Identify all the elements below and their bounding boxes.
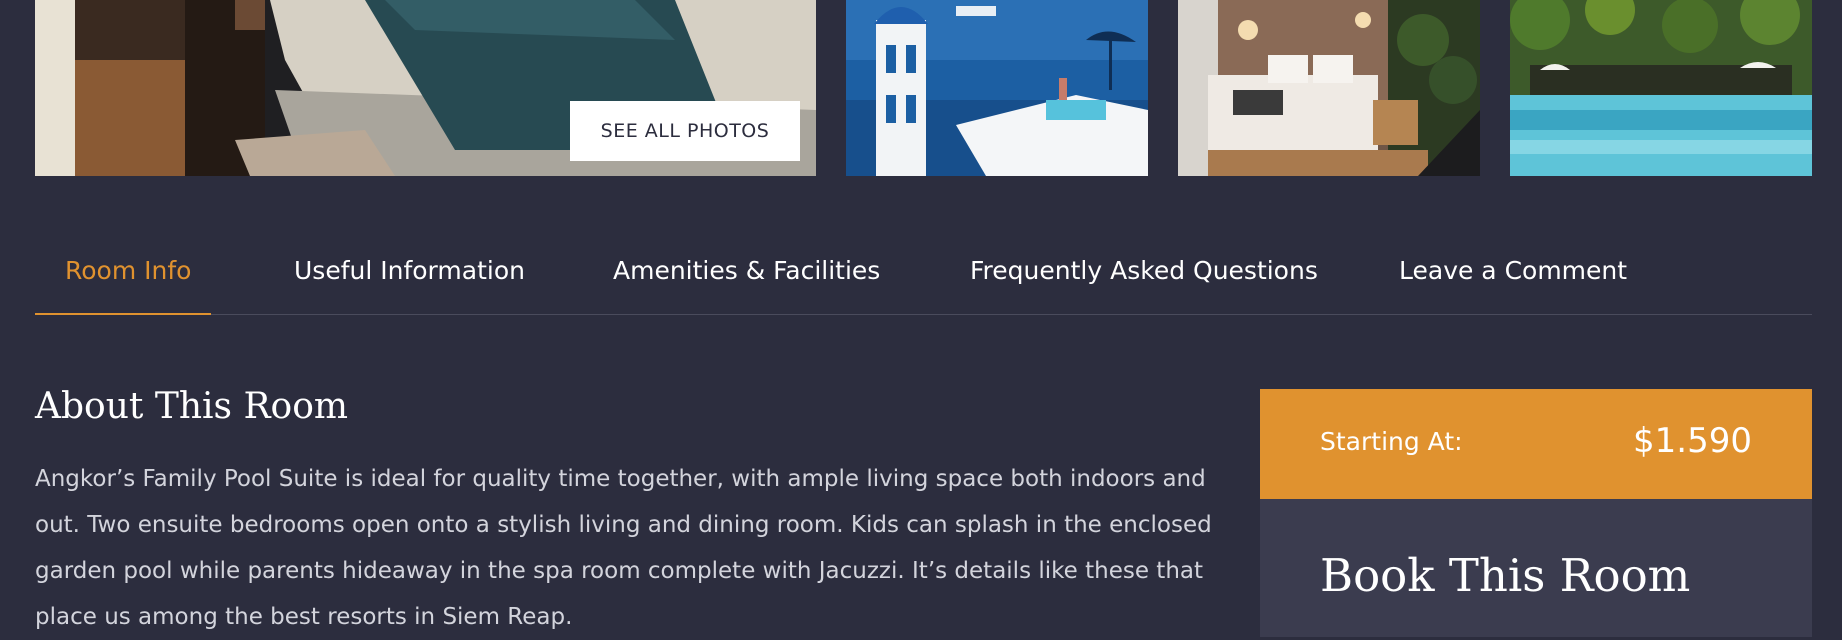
gallery-photo-pool[interactable] bbox=[1510, 0, 1812, 176]
gallery-photo-bedroom[interactable]: SEE ALL PHOTOS bbox=[35, 0, 816, 176]
santorini-photo-image bbox=[846, 0, 1148, 176]
about-room-title: About This Room bbox=[35, 386, 349, 427]
pool-photo-image bbox=[1510, 0, 1812, 176]
price-value: $1.590 bbox=[1633, 421, 1752, 461]
gallery-photo-modern-bedroom[interactable] bbox=[1178, 0, 1480, 176]
price-bar: Starting At: $1.590 bbox=[1260, 389, 1812, 499]
room-tabs: Room Info Useful Information Amenities &… bbox=[35, 232, 1812, 315]
book-room-title: Book This Room bbox=[1320, 549, 1691, 602]
photo-gallery: SEE ALL PHOTOS bbox=[35, 0, 1812, 176]
booking-card: Starting At: $1.590 Book This Room bbox=[1260, 389, 1812, 637]
see-all-photos-button[interactable]: SEE ALL PHOTOS bbox=[570, 101, 800, 161]
tab-amenities-facilities[interactable]: Amenities & Facilities bbox=[613, 256, 880, 285]
about-room-description: Angkor’s Family Pool Suite is ideal for … bbox=[35, 466, 1212, 630]
gallery-photo-santorini[interactable] bbox=[846, 0, 1148, 176]
tab-room-info[interactable]: Room Info bbox=[65, 256, 191, 285]
tab-leave-comment[interactable]: Leave a Comment bbox=[1399, 256, 1627, 285]
price-label: Starting At: bbox=[1320, 427, 1463, 456]
active-tab-indicator bbox=[35, 313, 211, 315]
tab-faq[interactable]: Frequently Asked Questions bbox=[970, 256, 1318, 285]
modern-bedroom-photo-image bbox=[1178, 0, 1480, 176]
tab-useful-information[interactable]: Useful Information bbox=[294, 256, 525, 285]
